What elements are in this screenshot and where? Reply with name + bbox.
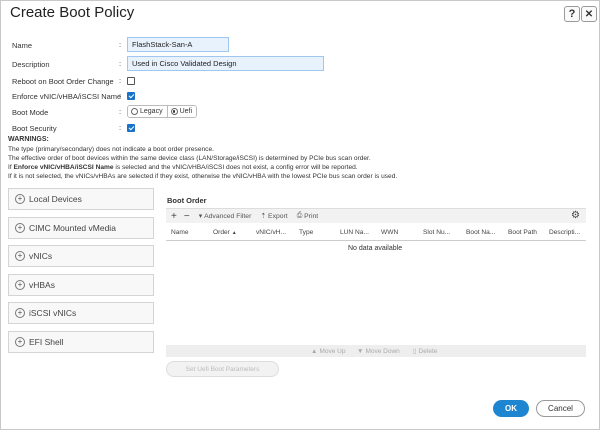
warning-line-3: If Enforce vNIC/vHBA/iSCSI Name is selec… [8,164,358,171]
name-colon: : [119,40,122,49]
boot-order-toolbar: + − ▾ Advanced Filter ⇡ Export ⎙ Print ⚙ [166,208,586,223]
plus-circle-icon: + [15,337,25,347]
boot-mode-uefi-option[interactable]: Uefi [166,106,197,117]
left-item-vnics[interactable]: + vNICs [8,245,154,267]
advanced-filter-label: Advanced Filter [204,212,252,220]
boot-order-table-header: Name Order ▲ vNIC/vH... Type LUN Na... W… [166,225,586,241]
column-description[interactable]: Descripti... [549,229,580,236]
boot-security-colon: : [119,123,122,132]
plus-circle-icon: + [15,251,25,261]
move-down-button[interactable]: ▼ Move Down [357,348,400,355]
add-button[interactable]: + [171,211,177,222]
left-item-local-devices[interactable]: + Local Devices [8,188,154,210]
left-item-label: vNICs [29,251,53,261]
description-input[interactable]: Used in Cisco Validated Design [127,56,324,71]
legacy-option-label: Legacy [140,108,163,115]
print-button[interactable]: ⎙ Print [297,212,318,220]
enforce-label: Enforce vNIC/vHBA/iSCSI Name [12,91,122,101]
plus-circle-icon: + [15,223,25,233]
left-item-cimc-mounted-vmedia[interactable]: + CIMC Mounted vMedia [8,217,154,239]
left-item-vhbas[interactable]: + vHBAs [8,274,154,296]
boot-security-label: Boot Security [12,123,57,133]
left-item-label: CIMC Mounted vMedia [29,223,116,233]
column-type[interactable]: Type [299,229,313,236]
advanced-filter-button[interactable]: ▾ Advanced Filter [198,212,252,221]
dialog-title: Create Boot Policy [10,4,135,21]
delete-button[interactable]: ▯ Delete [413,347,438,356]
uefi-option-label: Uefi [179,108,193,115]
uefi-radio-icon [170,108,178,115]
plus-circle-icon: + [15,194,25,204]
move-up-button[interactable]: ▲ Move Up [311,348,345,355]
plus-circle-icon: + [15,280,25,290]
sort-ascending-icon: ▲ [231,230,237,236]
left-item-label: vHBAs [29,280,55,290]
legacy-radio-icon [131,108,138,115]
reboot-label: Reboot on Boot Order Change [12,76,114,86]
description-label: Description [12,59,50,69]
left-item-label: iSCSI vNICs [29,308,77,318]
boot-order-actions: ▲ Move Up ▼ Move Down ▯ Delete [166,345,586,357]
warning-line-4: If it is not selected, the vNICs/vHBAs a… [8,173,398,180]
gear-icon[interactable]: ⚙ [571,210,580,221]
warning-line-1: The type (primary/secondary) does not in… [8,146,214,153]
export-button[interactable]: ⇡ Export [260,212,288,221]
boot-mode-colon: : [119,107,122,116]
left-item-label: EFI Shell [29,337,64,347]
export-label: Export [268,212,288,220]
column-vnic[interactable]: vNIC/vH... [256,229,286,236]
plus-circle-icon: + [15,308,25,318]
delete-label: Delete [418,347,438,355]
enforce-checkbox[interactable] [127,92,135,100]
close-button[interactable]: ✕ [581,6,597,22]
boot-order-title: Boot Order [167,196,207,205]
trash-icon: ▯ [413,348,417,355]
column-lun-name[interactable]: LUN Na... [340,229,369,236]
boot-security-checkbox[interactable] [127,124,135,132]
column-boot-name[interactable]: Boot Na... [466,229,495,236]
print-icon: ⎙ [296,212,303,219]
name-input[interactable]: FlashStack-San-A [127,37,229,52]
remove-button[interactable]: − [184,211,190,222]
move-up-label: Move Up [319,347,346,355]
print-label: Print [304,212,319,220]
export-icon: ⇡ [260,213,267,220]
set-uefi-boot-parameters-button[interactable]: Set Uefi Boot Parameters [166,361,279,377]
boot-order-table-body [166,241,586,343]
left-item-label: Local Devices [29,194,82,204]
move-down-label: Move Down [365,347,400,355]
filter-icon: ▾ [198,213,203,220]
column-boot-path[interactable]: Boot Path [508,229,537,236]
warning-line-3-suffix: is selected and the vNIC/vHBA/iSCSI does… [113,164,358,171]
empty-table-message: No data available [348,245,403,252]
arrow-down-icon: ▼ [357,347,364,355]
arrow-up-icon: ▲ [311,347,318,355]
create-boot-policy-dialog: Create Boot Policy ? ✕ Name : FlashStack… [0,0,600,430]
enforce-colon: : [119,91,122,100]
warnings-title: WARNINGS: [8,136,49,143]
boot-mode-selector: Legacy Uefi [127,105,198,118]
help-button[interactable]: ? [564,6,580,22]
column-order[interactable]: Order ▲ [213,229,237,236]
left-item-efi-shell[interactable]: + EFI Shell [8,331,154,353]
column-order-label: Order [213,229,230,236]
column-wwn[interactable]: WWN [381,229,398,236]
column-slot-number[interactable]: Slot Nu... [423,229,450,236]
reboot-checkbox[interactable] [127,77,135,85]
ok-button[interactable]: OK [493,400,529,417]
reboot-colon: : [119,76,122,85]
description-colon: : [119,59,122,68]
warning-line-3-bold: Enforce vNIC/vHBA/iSCSI Name [13,164,114,171]
cancel-button[interactable]: Cancel [536,400,585,417]
boot-mode-legacy-option[interactable]: Legacy [128,106,167,117]
left-item-iscsi-vnics[interactable]: + iSCSI vNICs [8,302,154,324]
boot-mode-label: Boot Mode [12,107,49,117]
warning-line-2: The effective order of boot devices with… [8,155,371,162]
name-label: Name [12,40,33,50]
column-name[interactable]: Name [171,229,189,236]
